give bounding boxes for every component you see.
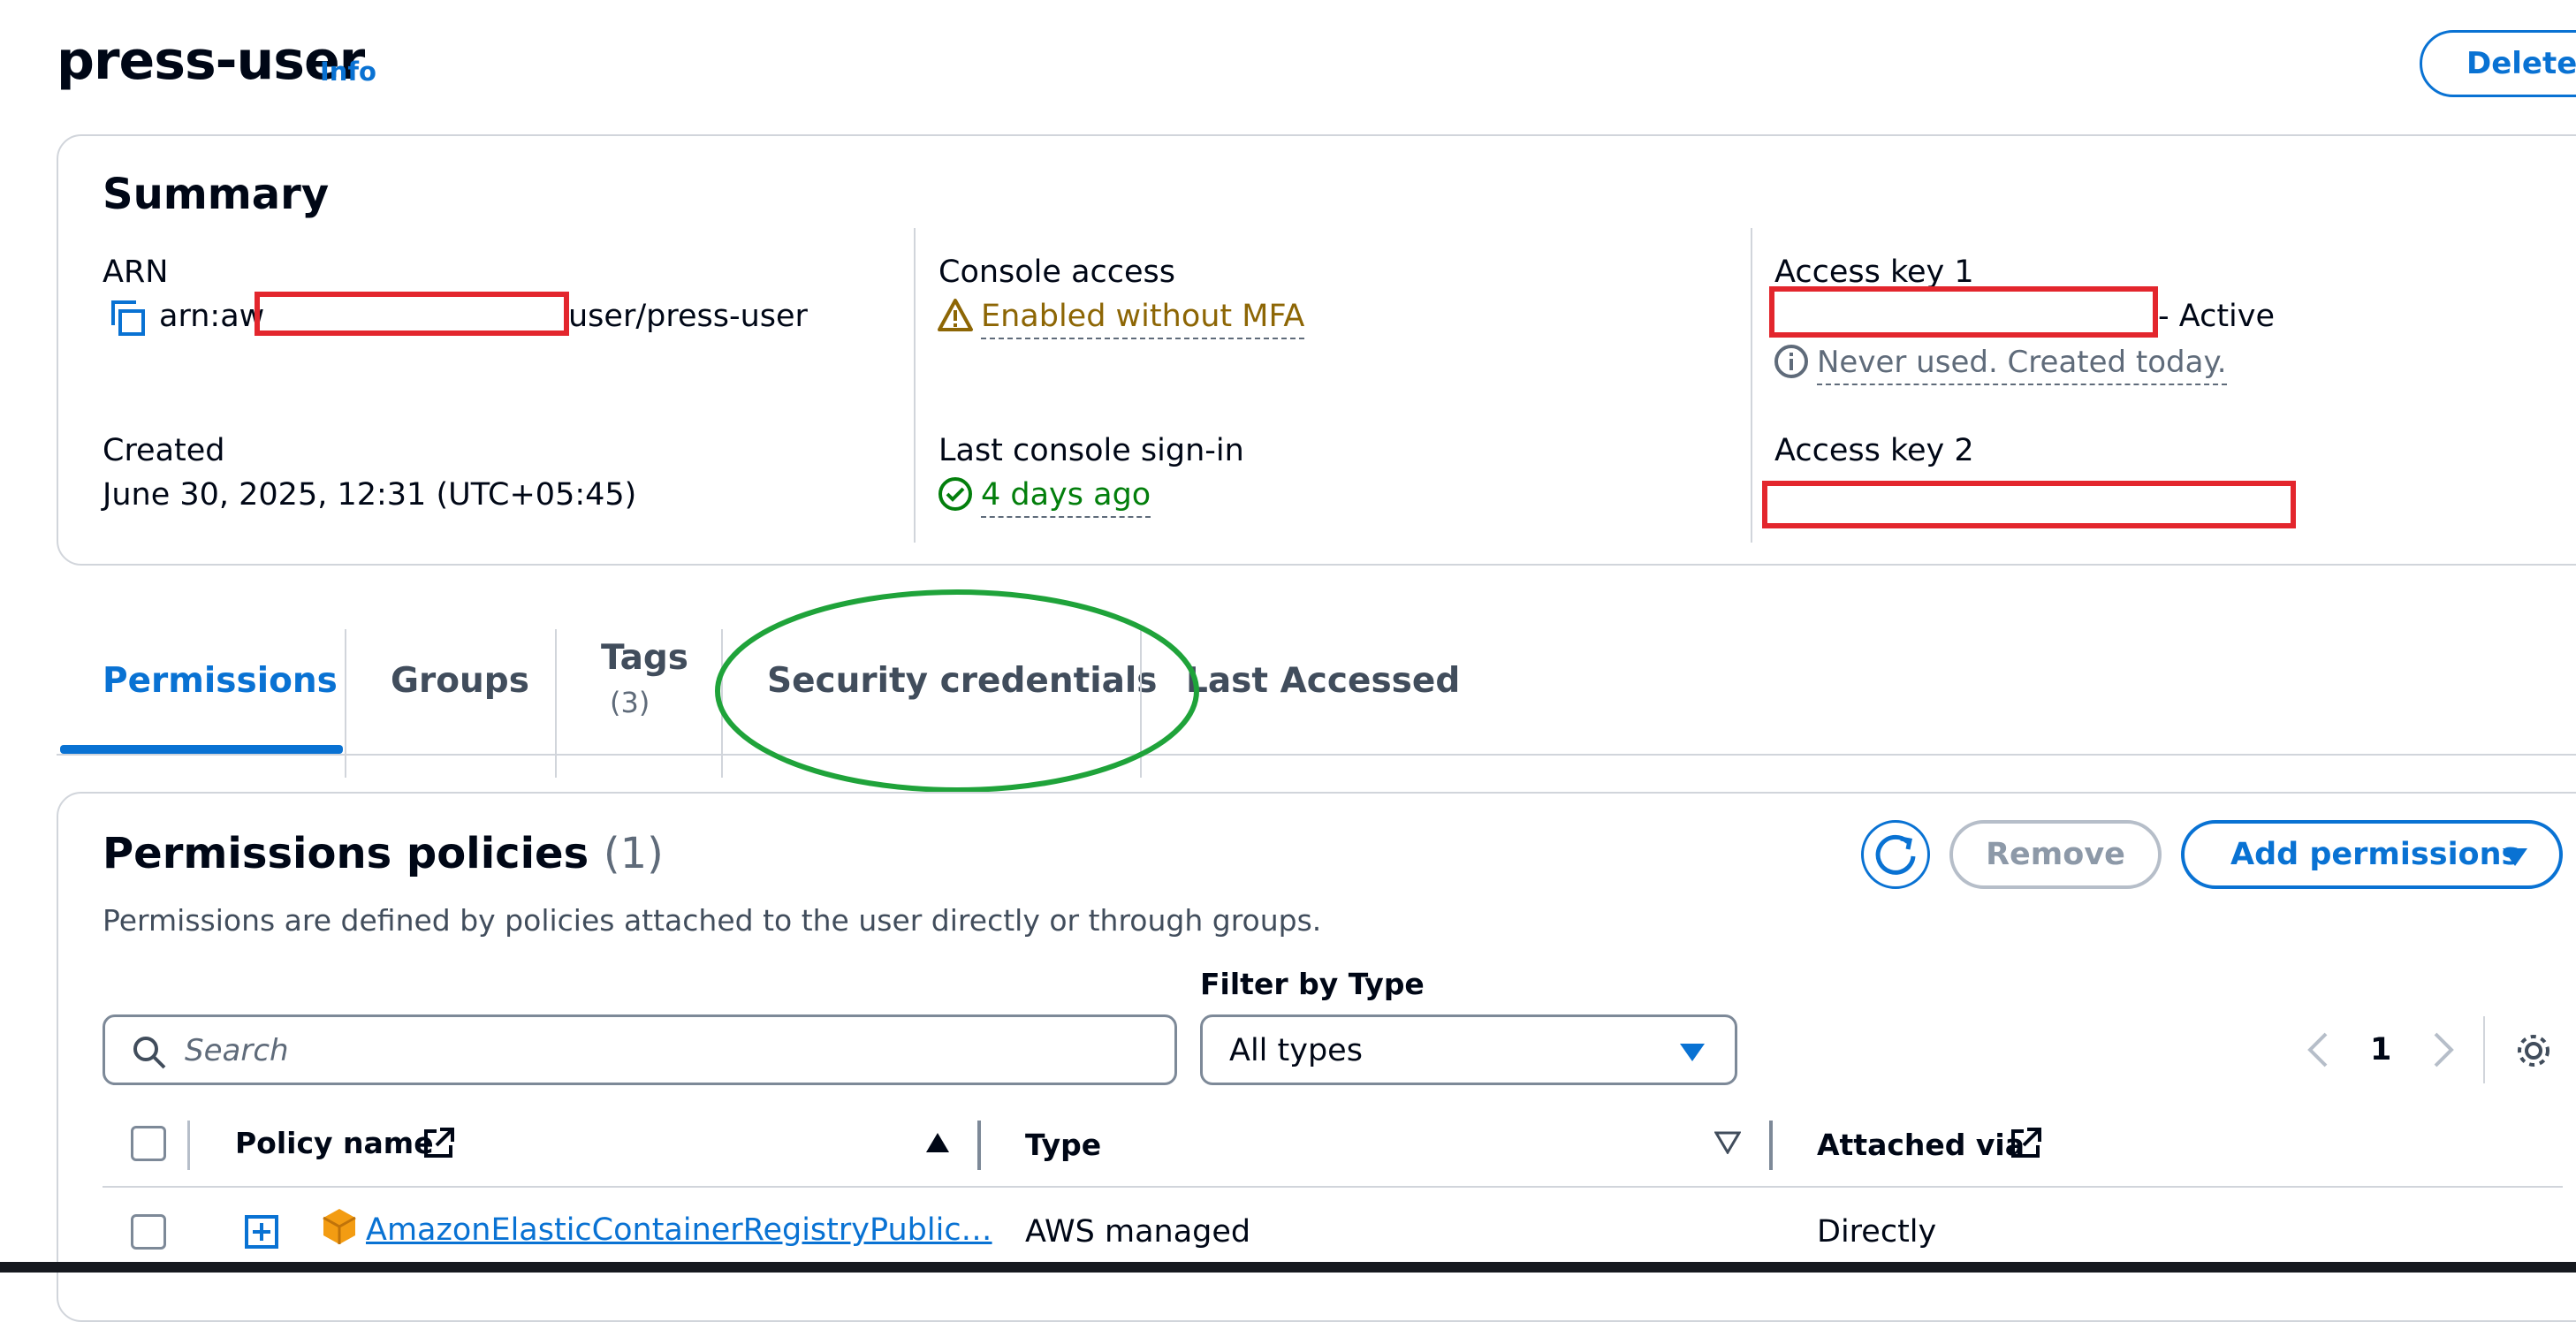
column-divider [187, 1121, 190, 1170]
delete-button[interactable]: Delete [2420, 30, 2576, 97]
redaction-box [255, 292, 569, 336]
filter-by-type-label: Filter by Type [1200, 967, 1425, 1001]
column-header-type[interactable]: Type [1025, 1128, 1101, 1162]
chevron-left-icon[interactable] [2301, 1030, 2337, 1069]
refresh-icon [1875, 834, 1916, 875]
permissions-heading-text: Permissions policies [103, 829, 589, 878]
console-access-value[interactable]: Enabled without MFA [981, 299, 1305, 339]
access-key1-note[interactable]: Never used. Created today. [1817, 345, 2227, 385]
add-permissions-button[interactable]: Add permissions [2181, 820, 2563, 889]
sort-descending-icon[interactable] [1714, 1131, 1741, 1154]
filter-type-value: All types [1229, 1033, 1363, 1068]
expand-icon[interactable] [244, 1214, 279, 1250]
check-circle-icon [937, 475, 974, 513]
access-key1-status: - Active [2158, 299, 2276, 334]
arn-suffix: user/press-user [568, 299, 808, 334]
tab-tags[interactable]: Tags [601, 638, 688, 678]
last-signin-value[interactable]: 4 days ago [981, 477, 1151, 518]
active-tab-indicator [60, 745, 343, 754]
column-divider [1769, 1121, 1773, 1170]
summary-divider [1751, 228, 1752, 543]
caret-down-icon [2503, 848, 2527, 866]
info-link[interactable]: Info [320, 57, 376, 87]
annotation-ellipse [712, 587, 1202, 795]
arn-prefix: arn:aw [159, 299, 265, 334]
external-link-icon[interactable] [2008, 1126, 2043, 1161]
remove-button[interactable]: Remove [1949, 820, 2162, 889]
permissions-description: Permissions are defined by policies atta… [103, 903, 1322, 938]
permissions-heading: Permissions policies (1) [103, 829, 664, 878]
tabs-baseline [57, 754, 2576, 756]
add-permissions-label: Add permissions [2230, 837, 2520, 872]
created-value: June 30, 2025, 12:31 (UTC+05:45) [103, 477, 637, 513]
table-row: AmazonElasticContainerRegistryPublic… AW… [103, 1193, 2563, 1262]
gear-icon[interactable] [2513, 1030, 2554, 1071]
pagination-divider [2483, 1016, 2485, 1083]
permissions-count: (1) [603, 829, 664, 878]
access-key2-label: Access key 2 [1774, 433, 1974, 468]
info-circle-icon [1773, 343, 1810, 380]
policy-name-link[interactable]: AmazonElasticContainerRegistryPublic… [366, 1212, 992, 1248]
last-signin-label: Last console sign-in [938, 433, 1244, 468]
aws-package-icon [323, 1209, 356, 1244]
column-header-attached-via[interactable]: Attached via [1817, 1128, 2025, 1162]
arn-label: ARN [103, 255, 169, 290]
caret-down-icon [1680, 1044, 1705, 1061]
row-checkbox[interactable] [131, 1214, 166, 1250]
tab-tags-count: (3) [610, 686, 650, 719]
page-title: press-user [57, 30, 365, 92]
warning-icon [937, 297, 974, 334]
column-header-policy-name[interactable]: Policy name [235, 1126, 434, 1160]
policy-attached-via: Directly [1817, 1214, 1937, 1250]
search-input[interactable]: Search [103, 1014, 1177, 1085]
copy-icon[interactable] [110, 299, 148, 338]
column-divider [977, 1121, 981, 1170]
console-access-label: Console access [938, 255, 1176, 290]
column-header-policy-name-label: Policy name [235, 1126, 434, 1160]
chevron-right-icon[interactable] [2425, 1030, 2460, 1069]
tab-permissions[interactable]: Permissions [103, 661, 338, 701]
tab-last-accessed[interactable]: Last Accessed [1186, 661, 1460, 701]
search-placeholder: Search [185, 1033, 289, 1068]
redaction-box [1769, 286, 2158, 338]
filter-type-select[interactable]: All types [1200, 1014, 1737, 1085]
access-key1-label: Access key 1 [1774, 255, 1974, 290]
page-number[interactable]: 1 [2370, 1032, 2391, 1067]
created-label: Created [103, 433, 225, 468]
refresh-button[interactable] [1861, 820, 1930, 889]
redaction-box [1762, 481, 2296, 528]
search-icon [133, 1037, 166, 1069]
policy-type: AWS managed [1025, 1214, 1251, 1250]
sort-ascending-icon[interactable] [924, 1131, 951, 1154]
bottom-bar [0, 1262, 2576, 1273]
tab-groups[interactable]: Groups [391, 661, 529, 701]
summary-heading: Summary [103, 170, 330, 219]
select-all-checkbox[interactable] [131, 1126, 166, 1161]
external-link-icon[interactable] [421, 1126, 456, 1161]
table-header-divider [103, 1186, 2563, 1188]
summary-divider [914, 228, 916, 543]
